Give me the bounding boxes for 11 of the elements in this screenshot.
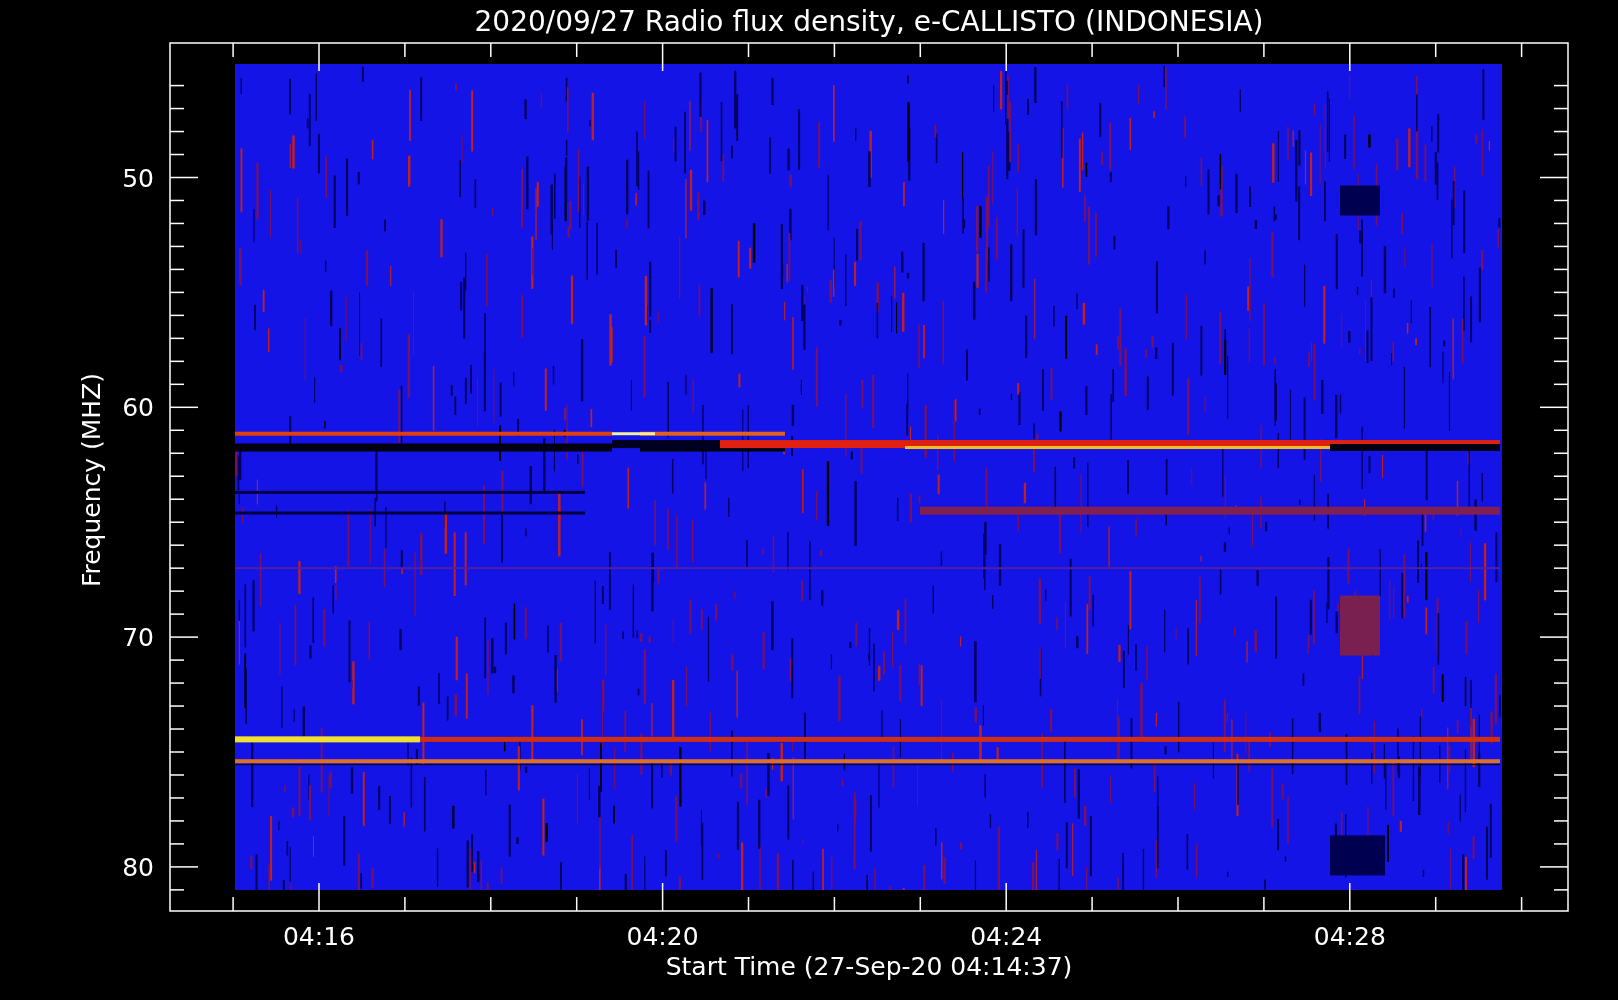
axis-tick-label: 04:16 — [283, 922, 355, 951]
axis-tick-label: 70 — [122, 623, 154, 653]
axis-title: Frequency (MHZ) — [77, 372, 106, 588]
axis-tick-label: 80 — [122, 852, 154, 882]
axis-tick-label: 04:28 — [1313, 922, 1386, 951]
axis-title: Start Time (27-Sep-20 04:14:37) — [665, 952, 1073, 981]
axis-tick-label: 60 — [122, 393, 154, 423]
axis-tick-label: 04:24 — [970, 922, 1043, 951]
axis-tick-label: 50 — [122, 163, 154, 193]
axis-tick-label: 04:20 — [626, 922, 699, 951]
chart-title: 2020/09/27 Radio flux density, e-CALLISTO (INDONESIA) — [474, 5, 1264, 38]
